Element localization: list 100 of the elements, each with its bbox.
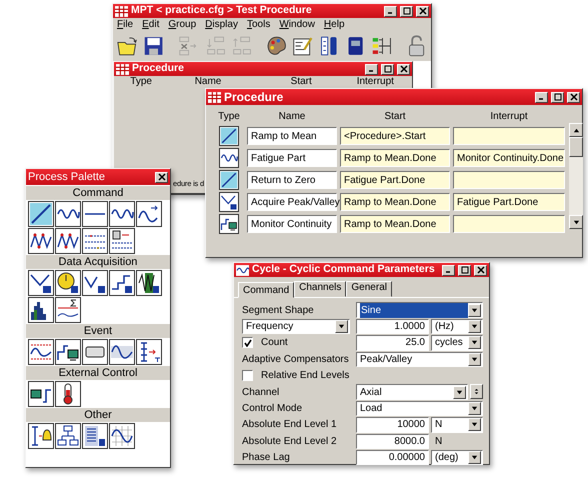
sum-plot-icon[interactable]	[55, 297, 81, 323]
close-button[interactable]	[397, 64, 410, 74]
timer-icon[interactable]	[55, 270, 81, 296]
number-field[interactable]: 1.0000	[356, 318, 429, 334]
minimize-button[interactable]	[365, 64, 378, 74]
grid-wave-icon[interactable]	[109, 423, 135, 449]
scrollbar-thumb[interactable]	[569, 137, 583, 157]
column-header: Interrupt	[356, 76, 395, 89]
start-field[interactable]: <Procedure>.Start	[340, 127, 450, 145]
interrupt-field[interactable]	[453, 171, 565, 189]
file-lines-icon[interactable]	[109, 228, 135, 254]
step-monitor-icon[interactable]	[55, 339, 81, 365]
list-capture-icon[interactable]	[82, 423, 108, 449]
ramp-icon[interactable]	[28, 201, 54, 227]
dropdown-button[interactable]	[468, 320, 481, 334]
menu-item[interactable]: Edit	[142, 17, 160, 32]
dropdown-button[interactable]	[468, 451, 481, 464]
step-monitor-icon[interactable]	[219, 214, 239, 234]
band-wave-icon[interactable]	[109, 339, 135, 365]
checkbox[interactable]	[242, 337, 253, 348]
step-capture-icon[interactable]	[109, 270, 135, 296]
thermometer-icon[interactable]	[55, 381, 81, 407]
start-field[interactable]: Fatigue Part.Done	[340, 171, 450, 189]
monitor-step-icon[interactable]	[28, 381, 54, 407]
close-button[interactable]	[155, 172, 168, 182]
number-field[interactable]: 8000.0	[356, 434, 429, 450]
wave-icon[interactable]	[219, 148, 239, 168]
name-field[interactable]: Ramp to Mean	[247, 127, 337, 145]
menu-item[interactable]: File	[117, 17, 134, 32]
dropdown-field[interactable]: Axial	[356, 384, 468, 400]
dropdown-button[interactable]	[468, 418, 481, 432]
menu-item[interactable]: Tools	[246, 17, 270, 32]
dropdown-button[interactable]	[468, 336, 481, 350]
name-field[interactable]: Return to Zero	[247, 171, 337, 189]
dropdown-field[interactable]: N	[431, 417, 483, 433]
histogram-icon[interactable]	[28, 297, 54, 323]
interrupt-field[interactable]	[453, 215, 565, 233]
start-field[interactable]: Ramp to Mean.Done	[340, 215, 450, 233]
grid-icon	[116, 64, 129, 74]
dropdown-field[interactable]: (deg)	[431, 450, 483, 466]
bell-sequence-icon[interactable]	[28, 423, 54, 449]
flowchart-icon[interactable]	[55, 423, 81, 449]
checkbox[interactable]	[242, 370, 253, 382]
maximize-button[interactable]	[400, 6, 413, 16]
spinner-button[interactable]	[470, 384, 483, 400]
ramp-icon[interactable]	[219, 126, 239, 146]
dropdown-field[interactable]: (Hz)	[431, 318, 483, 334]
dropdown-button[interactable]	[335, 320, 348, 334]
menu-item[interactable]: Window	[279, 17, 315, 32]
number-field[interactable]: 10000	[356, 417, 429, 433]
number-field[interactable]: 25.0	[356, 335, 429, 351]
dropdown-field[interactable]: Load	[356, 400, 483, 416]
start-field[interactable]: Ramp to Mean.Done	[340, 149, 450, 167]
maximize-button[interactable]	[551, 92, 564, 102]
wave-icon[interactable]	[55, 201, 81, 227]
dropdown-button[interactable]	[468, 352, 481, 366]
tab[interactable]: Command	[238, 282, 294, 298]
dropdown-button[interactable]	[453, 386, 466, 399]
peak-valley-icon[interactable]	[28, 270, 54, 296]
ramp-icon[interactable]	[219, 170, 239, 190]
number-field[interactable]: 0.00000	[356, 450, 429, 466]
menu-item[interactable]: Group	[168, 17, 196, 32]
scroll-up-button[interactable]	[569, 123, 583, 137]
valley-capture-icon[interactable]	[82, 270, 108, 296]
scatter-lines-icon[interactable]	[82, 228, 108, 254]
dropdown-field[interactable]: cycles	[431, 335, 483, 351]
dropdown-button[interactable]	[468, 304, 481, 317]
interrupt-field[interactable]: Fatigue Part.Done	[453, 193, 565, 211]
maximize-button[interactable]	[381, 64, 394, 74]
peak-valley-icon[interactable]	[219, 192, 239, 212]
tab[interactable]: Channels	[294, 281, 346, 297]
minimize-button[interactable]	[535, 92, 548, 102]
name-field[interactable]: Fatigue Part	[247, 149, 337, 167]
tab[interactable]: General	[346, 281, 392, 297]
menu-item[interactable]: Help	[324, 17, 345, 32]
dropdown-field[interactable]: Frequency	[242, 318, 350, 334]
close-button[interactable]	[567, 92, 580, 102]
scroll-down-button[interactable]	[569, 215, 583, 229]
field-label: Control Mode	[242, 402, 304, 416]
interrupt-field[interactable]: Monitor Continuity.Done	[453, 149, 565, 167]
menu-item[interactable]: Display	[205, 17, 238, 32]
close-button[interactable]	[416, 6, 429, 16]
minimize-button[interactable]	[384, 6, 397, 16]
maximize-button[interactable]	[458, 264, 471, 276]
wave-icon[interactable]	[109, 201, 135, 227]
wave-markers-icon[interactable]	[55, 228, 81, 254]
dropdown-field[interactable]: Peak/Valley	[356, 352, 483, 368]
dropdown-field[interactable]: Sine	[356, 302, 483, 318]
blank-button-icon[interactable]	[82, 339, 108, 365]
dropdown-button[interactable]	[468, 402, 481, 416]
minimize-button[interactable]	[442, 264, 455, 276]
column-header: Name	[278, 110, 306, 124]
name-field[interactable]: Monitor Continuity	[247, 215, 337, 233]
interrupt-field[interactable]	[453, 127, 565, 145]
start-field[interactable]: Ramp to Mean.Done	[340, 193, 450, 211]
close-button[interactable]	[474, 264, 487, 276]
caret-icon	[471, 356, 478, 363]
wave-markers-icon[interactable]	[28, 228, 54, 254]
limit-wave-icon[interactable]	[28, 339, 54, 365]
maximize-icon	[402, 7, 410, 15]
